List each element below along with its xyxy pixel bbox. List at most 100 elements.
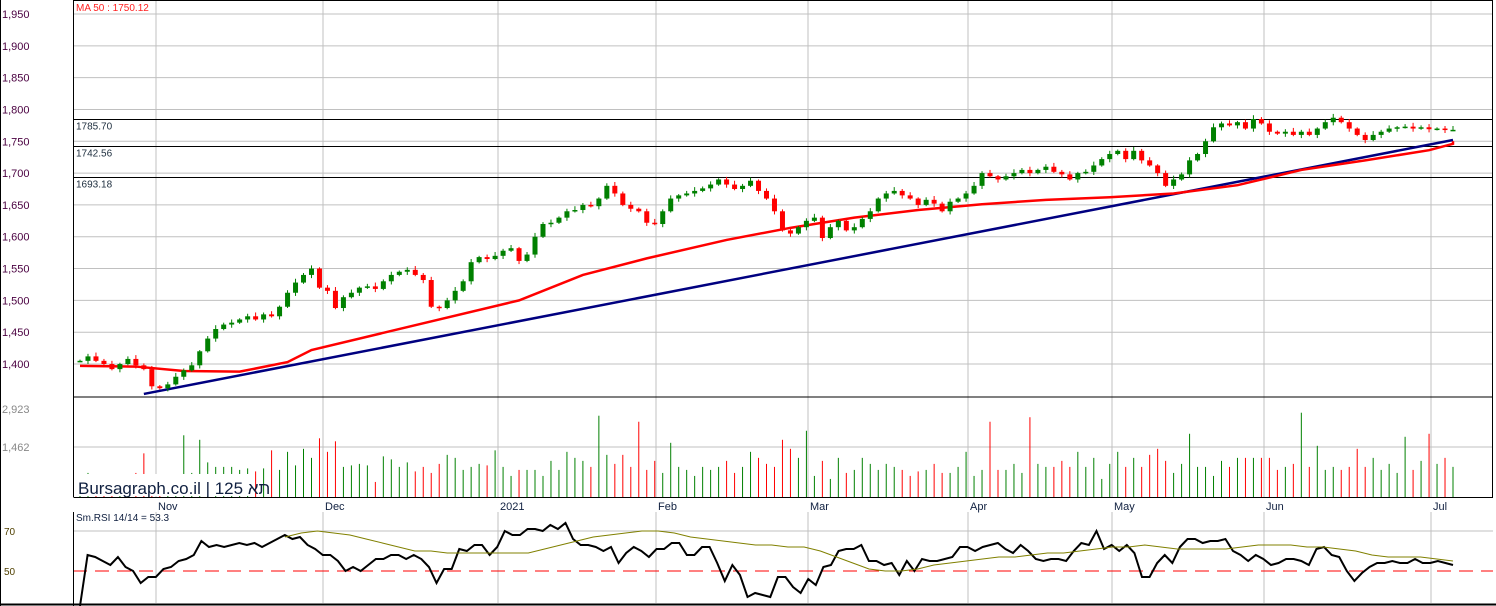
candle-body — [348, 292, 354, 298]
month-label: 2021 — [500, 501, 524, 513]
candle-body — [324, 287, 330, 291]
candle-body — [1402, 126, 1408, 129]
candle-body — [748, 180, 754, 186]
candle-body — [1442, 128, 1448, 131]
candle-body — [883, 193, 889, 199]
stock-chart: 1,950 1,900 1,850 1,800 1,750 1,700 1,650 1,600… — [0, 0, 1496, 606]
candle-body — [1011, 173, 1017, 177]
candle-body — [1362, 134, 1368, 141]
candle-body — [1147, 160, 1153, 166]
candle-body — [716, 179, 722, 185]
rsi-signal-line — [284, 530, 1454, 572]
candle-body — [1187, 160, 1193, 175]
candle-body — [197, 351, 203, 366]
candle-body — [436, 306, 442, 309]
rsi-panel — [79, 521, 1454, 606]
candle-body — [923, 199, 929, 205]
candle-body — [1410, 126, 1416, 129]
candle-body — [564, 211, 570, 218]
candle-body — [1091, 165, 1097, 172]
candle-body — [340, 297, 346, 309]
candle-body — [285, 292, 291, 307]
rsi-label: Sm.RSI 14/14 = 53.3 — [76, 513, 170, 524]
candle-body — [979, 173, 985, 186]
candle-body — [1163, 173, 1169, 186]
frames — [0, 0, 1496, 606]
candle-body — [141, 365, 147, 370]
level-label: 1785.70 — [76, 122, 113, 133]
candle-body — [452, 290, 458, 301]
candle-body — [524, 254, 530, 261]
candle-body — [508, 248, 514, 251]
candle-body — [269, 314, 275, 317]
candle-body — [404, 269, 410, 272]
candle-body — [963, 193, 969, 199]
candle-body — [133, 358, 139, 366]
candle-body — [811, 217, 817, 221]
candle-body — [1290, 131, 1296, 135]
level-label: 1693.18 — [76, 180, 113, 191]
candle-body — [1418, 127, 1424, 129]
candle-body — [1107, 154, 1113, 160]
price-tick: 1,950 — [2, 9, 30, 21]
candle-body — [1394, 127, 1400, 129]
candle-body — [213, 329, 219, 339]
price-tick: 1,600 — [2, 232, 30, 244]
rsi-line — [79, 521, 1454, 606]
candle-body — [1298, 131, 1304, 135]
candle-body — [396, 271, 402, 275]
candle-body — [77, 360, 83, 363]
candle-body — [604, 185, 610, 199]
candle-body — [460, 281, 466, 291]
candle-body — [237, 319, 243, 323]
candle-body — [428, 280, 434, 307]
candle-body — [556, 217, 562, 223]
candle-body — [1131, 150, 1137, 160]
candle-body — [1115, 150, 1121, 155]
candle-body — [277, 306, 283, 317]
candle-body — [85, 356, 91, 361]
rsi-tick-70: 70 — [4, 527, 16, 538]
candle-body — [1250, 119, 1256, 129]
candle-body — [676, 195, 682, 199]
candle-body — [444, 300, 450, 309]
candle-body — [1378, 131, 1384, 135]
candle-body — [907, 195, 913, 199]
candle-body — [955, 198, 961, 202]
ma-label: MA 50 : 1750.12 — [76, 3, 149, 14]
candle-body — [372, 286, 378, 289]
watermark: Bursagraph.co.il | תא 125 — [78, 479, 270, 498]
candle-body — [125, 358, 131, 365]
candle-body — [1242, 122, 1248, 129]
candle-body — [628, 204, 634, 209]
candle-body — [971, 185, 977, 194]
candle-body — [875, 198, 881, 212]
candle-body — [644, 211, 650, 223]
candle-body — [173, 376, 179, 385]
candle-body — [700, 188, 706, 191]
candle-body — [1450, 129, 1456, 132]
candle-body — [1386, 128, 1392, 132]
month-label: Jun — [1266, 501, 1284, 513]
candle-body — [947, 201, 953, 212]
candle-body — [1274, 131, 1280, 134]
candle-body — [596, 198, 602, 207]
candle-body — [205, 338, 211, 352]
candle-body — [412, 269, 418, 275]
candle-body — [356, 287, 362, 293]
candle-body — [149, 369, 155, 387]
volume-bars — [79, 412, 1454, 497]
trendline — [143, 138, 1454, 396]
candle-body — [1059, 171, 1065, 175]
candle-body — [612, 185, 618, 194]
candle-body — [245, 316, 251, 320]
month-label: Nov — [158, 501, 178, 513]
candle-body — [293, 282, 299, 293]
candle-body — [93, 356, 99, 361]
candle-body — [181, 370, 187, 377]
candle-body — [157, 386, 163, 389]
level-lines: 1785.70 1742.56 1693.18 — [73, 119, 1493, 191]
candle-body — [803, 220, 809, 228]
candle-body — [261, 314, 267, 320]
level-label: 1742.56 — [76, 149, 113, 160]
